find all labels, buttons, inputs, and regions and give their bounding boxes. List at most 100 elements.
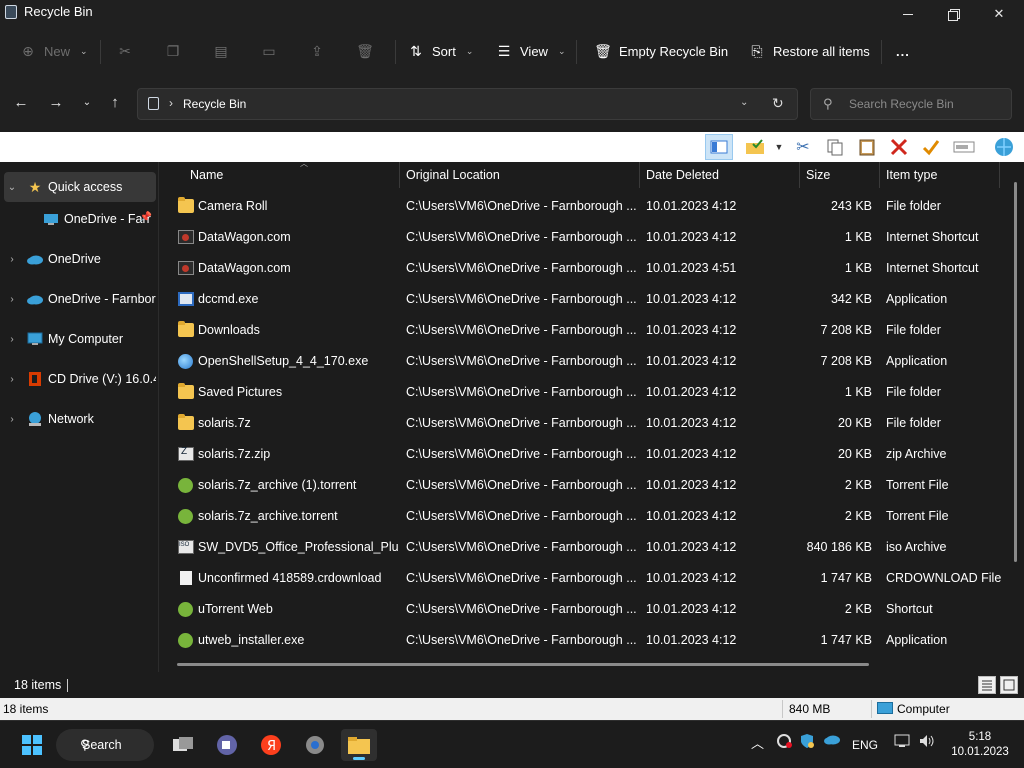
address-dropdown-icon[interactable]: ⌄ xyxy=(740,97,748,108)
file-row[interactable]: DataWagon.com C:\Users\VM6\OneDrive - Far… xyxy=(170,222,1010,253)
column-header-name[interactable]: ︿ Name xyxy=(184,162,400,188)
breadcrumb-recycle-bin[interactable]: Recycle Bin xyxy=(183,97,246,111)
file-date-deleted: 10.01.2023 4:12 xyxy=(646,385,737,399)
new-button[interactable]: ⊕ New ⌄ xyxy=(20,36,87,66)
paste-button[interactable]: ▤ xyxy=(213,36,229,66)
settings-button[interactable] xyxy=(297,729,333,761)
tray-network-icon[interactable] xyxy=(893,733,911,752)
tray-overflow-icon[interactable]: ︿ xyxy=(751,733,764,752)
column-header-location[interactable]: Original Location xyxy=(400,162,640,188)
rename-button[interactable]: ▭ xyxy=(261,36,277,66)
file-row[interactable]: solaris.7z_archive.torrent C:\Users\VM6\O… xyxy=(170,501,1010,532)
sidebar-item-onedrive-pinned[interactable]: OneDrive - Farr 📌 xyxy=(4,204,156,234)
classic-delete-button[interactable] xyxy=(885,134,913,160)
up-button[interactable]: ↑ xyxy=(105,92,125,112)
share-button[interactable]: ⇪ xyxy=(309,36,325,66)
vertical-scrollbar[interactable] xyxy=(1014,182,1017,562)
file-row[interactable]: DataWagon.com C:\Users\VM6\OneDrive - Far… xyxy=(170,253,1010,284)
cloud-icon xyxy=(26,251,44,267)
task-view-button[interactable] xyxy=(165,729,201,761)
copy-button[interactable]: ❐ xyxy=(165,36,181,66)
more-options-button[interactable]: ... xyxy=(896,36,910,66)
globe-icon xyxy=(995,138,1013,156)
folder-options-button[interactable] xyxy=(742,134,770,160)
start-button[interactable] xyxy=(14,729,50,761)
file-row[interactable]: Saved Pictures C:\Users\VM6\OneDrive - Fa… xyxy=(170,377,1010,408)
search-input[interactable] xyxy=(849,95,1004,113)
tray-volume-icon[interactable] xyxy=(918,733,936,752)
classic-paste-button[interactable] xyxy=(853,134,881,160)
classic-properties-check-button[interactable] xyxy=(917,134,945,160)
search-box[interactable]: ⚲ xyxy=(810,88,1012,120)
file-size: 1 747 KB xyxy=(820,633,872,647)
file-row[interactable]: Unconfirmed 418589.crdownload C:\Users\VM… xyxy=(170,563,1010,594)
back-button[interactable]: ← xyxy=(11,92,31,112)
classic-cut-button[interactable]: ✂ xyxy=(789,134,817,160)
restore-all-button[interactable]: ⎘ Restore all items xyxy=(749,36,869,66)
folder-icon xyxy=(178,197,194,213)
file-row[interactable]: solaris.7z C:\Users\VM6\OneDrive - Farnbo… xyxy=(170,408,1010,439)
tray-defender-icon[interactable] xyxy=(799,733,815,752)
close-button[interactable]: ✕ xyxy=(976,0,1022,28)
restore-button[interactable] xyxy=(930,0,976,28)
tray-sync-icon[interactable] xyxy=(775,733,793,752)
folder-options-dropdown[interactable]: ▼ xyxy=(772,134,786,160)
yandex-browser-button[interactable]: Я xyxy=(253,729,289,761)
file-row[interactable]: solaris.7z.zip C:\Users\VM6\OneDrive - Fa… xyxy=(170,439,1010,470)
language-indicator[interactable]: ENG xyxy=(852,738,878,752)
view-button[interactable]: ☰ View ⌄ xyxy=(496,36,566,66)
column-header-type[interactable]: Item type xyxy=(880,162,1000,188)
taskbar-search-button[interactable]: ⚲ Search xyxy=(56,729,154,761)
classic-rename-button[interactable] xyxy=(950,134,978,160)
sidebar-item-cd-drive[interactable]: › CD Drive (V:) 16.0.42 xyxy=(4,364,156,394)
file-row[interactable]: OpenShellSetup_4_4_170.exe C:\Users\VM6\O… xyxy=(170,346,1010,377)
layout-toggle-button[interactable] xyxy=(705,134,733,160)
address-bar[interactable]: › Recycle Bin ⌄ ↻ xyxy=(137,88,798,120)
file-row[interactable]: Downloads C:\Users\VM6\OneDrive - Farnbor… xyxy=(170,315,1010,346)
sidebar-item-quick-access[interactable]: ⌄ ★ Quick access xyxy=(4,172,156,202)
chevron-right-icon[interactable]: › xyxy=(4,374,20,385)
recent-locations-button[interactable]: ⌄ xyxy=(77,92,97,112)
empty-recycle-bin-button[interactable]: 🗑 Empty Recycle Bin xyxy=(594,36,728,66)
chevron-right-icon[interactable]: › xyxy=(4,414,20,425)
status-total-size: 840 MB xyxy=(789,702,831,716)
delete-button[interactable]: 🗑 xyxy=(356,36,374,66)
forward-button[interactable]: → xyxy=(46,92,66,112)
classic-copy-button[interactable] xyxy=(821,134,849,160)
window-title: Recycle Bin xyxy=(24,4,93,19)
file-row[interactable]: Camera Roll C:\Users\VM6\OneDrive - Farnb… xyxy=(170,191,1010,222)
refresh-icon[interactable]: ↻ xyxy=(772,95,784,112)
horizontal-scrollbar[interactable] xyxy=(177,663,869,666)
column-header-date[interactable]: Date Deleted xyxy=(640,162,800,188)
system-clock[interactable]: 5:18 10.01.2023 xyxy=(950,730,1010,760)
file-row[interactable]: utweb_installer.exe C:\Users\VM6\OneDrive… xyxy=(170,625,1010,656)
file-row[interactable]: SW_DVD5_Office_Professional_Plus... C:\Us… xyxy=(170,532,1010,563)
chat-button[interactable] xyxy=(209,729,245,761)
sort-button[interactable]: ⇅ Sort ⌄ xyxy=(408,36,473,66)
rename-icon: ▭ xyxy=(262,42,276,59)
sidebar-item-network[interactable]: › Network xyxy=(4,404,156,434)
file-row[interactable]: solaris.7z_archive (1).torrent C:\Users\V… xyxy=(170,470,1010,501)
sidebar-item-onedrive-farnborough[interactable]: › OneDrive - Farnborou xyxy=(4,284,156,314)
details-view-button[interactable] xyxy=(978,676,996,694)
share-icon: ⇪ xyxy=(311,42,323,59)
classic-toolbar: ▼ ✂ xyxy=(0,132,1024,162)
file-explorer-button[interactable] xyxy=(341,729,377,761)
close-icon: ✕ xyxy=(993,6,1005,21)
sidebar-item-onedrive[interactable]: › OneDrive xyxy=(4,244,156,274)
chevron-right-icon[interactable]: › xyxy=(4,334,20,345)
chevron-down-icon[interactable]: ⌄ xyxy=(4,182,20,193)
classic-network-button[interactable] xyxy=(990,134,1018,160)
sidebar-item-my-computer[interactable]: › My Computer xyxy=(4,324,156,354)
chevron-right-icon[interactable]: › xyxy=(4,294,20,305)
minimize-button[interactable] xyxy=(885,0,931,28)
large-icons-view-button[interactable] xyxy=(1000,676,1018,694)
column-header-size[interactable]: Size xyxy=(800,162,880,188)
tray-onedrive-icon[interactable] xyxy=(823,733,841,748)
chevron-right-icon[interactable]: › xyxy=(4,254,20,265)
cut-button[interactable]: ✂ xyxy=(117,36,133,66)
file-row[interactable]: uTorrent Web C:\Users\VM6\OneDrive - Farn… xyxy=(170,594,1010,625)
file-date-deleted: 10.01.2023 4:12 xyxy=(646,323,737,337)
arrow-up-icon: ↑ xyxy=(111,93,119,111)
file-row[interactable]: dccmd.exe C:\Users\VM6\OneDrive - Farnbor… xyxy=(170,284,1010,315)
